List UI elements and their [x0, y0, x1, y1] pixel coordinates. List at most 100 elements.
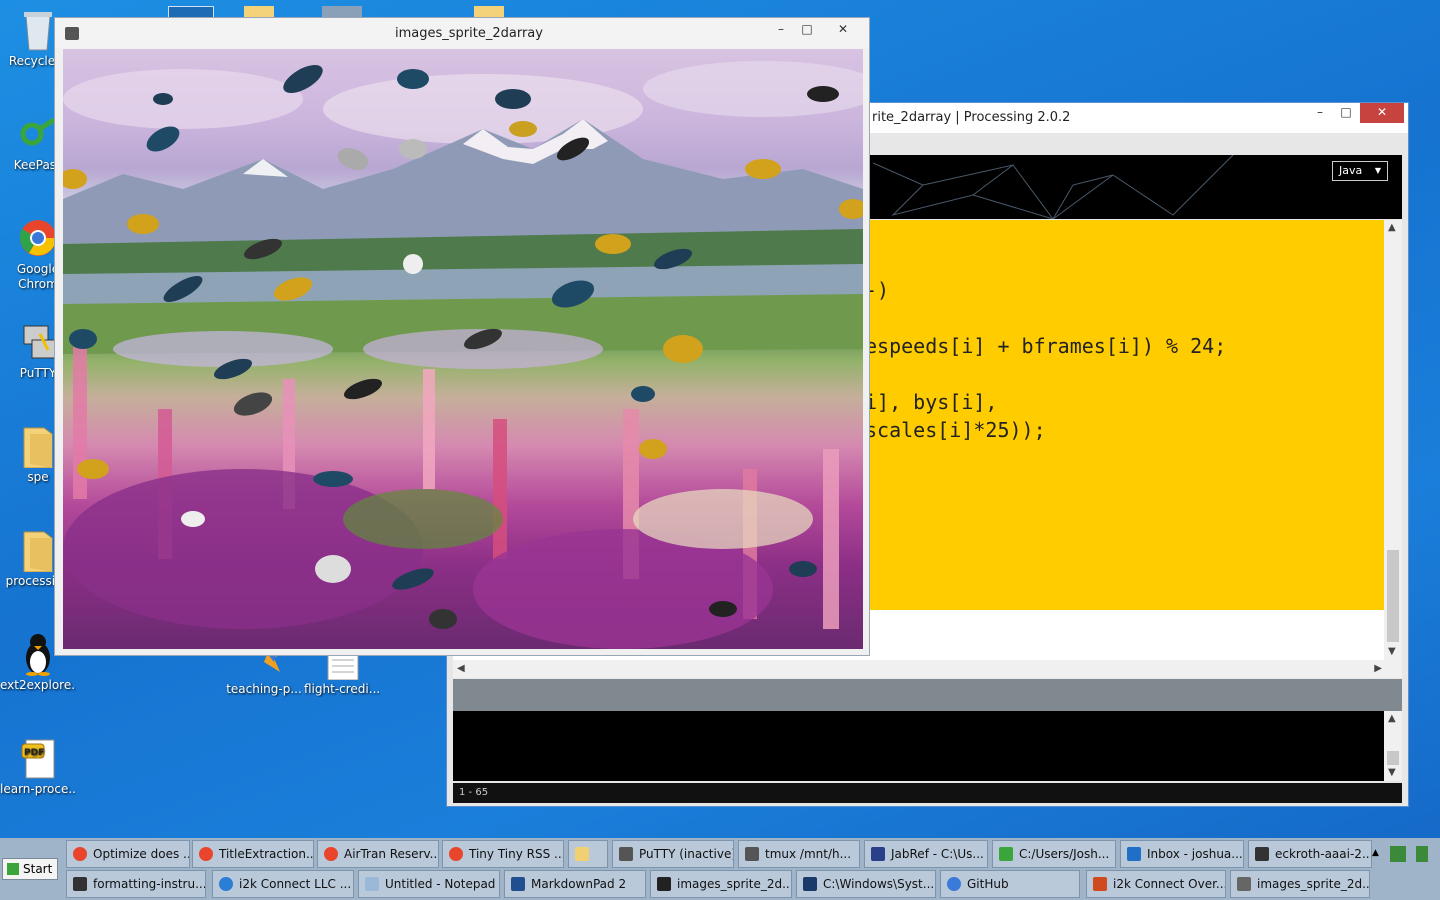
scroll-up-icon[interactable]: ▲ [1388, 713, 1396, 724]
folder-icon [18, 424, 58, 469]
scroll-left-icon[interactable]: ◀ [457, 663, 465, 674]
maximize-button[interactable]: □ [1332, 103, 1360, 123]
putty-icon [745, 847, 759, 861]
taskbar-item-label: MarkdownPad 2 [531, 877, 627, 891]
taskbar-item[interactable]: i2k Connect Over... [1086, 870, 1226, 898]
code-line: i], bys[i], [865, 390, 998, 414]
tray-app-icon[interactable] [1390, 846, 1406, 862]
minimize-button[interactable]: – [767, 20, 795, 40]
editor-vertical-scrollbar[interactable]: ▲ ▼ [1384, 220, 1402, 660]
taskbar-item-label: tmux /mnt/h... [765, 847, 852, 861]
start-icon [7, 863, 19, 875]
taskbar-item[interactable]: Inbox - joshua... [1120, 840, 1244, 868]
outlook-icon [1127, 847, 1141, 861]
taskbar-item[interactable]: TitleExtraction... [192, 840, 314, 868]
scroll-right-icon[interactable]: ▶ [1374, 663, 1382, 674]
taskbar-item[interactable]: JabRef - C:\Us... [864, 840, 988, 868]
pdf-icon: PDF [18, 736, 58, 780]
taskbar-item[interactable]: GitHub [940, 870, 1080, 898]
taskbar-item[interactable]: PuTTY (inactive) [612, 840, 734, 868]
sketch-titlebar[interactable]: images_sprite_2darray – □ ✕ [55, 18, 869, 48]
start-label: Start [23, 862, 53, 876]
taskbar-item-label: C:\Windows\Syst... [823, 877, 935, 891]
maximize-button[interactable]: □ [793, 20, 821, 40]
taskbar-item[interactable]: images_sprite_2d... [1230, 870, 1370, 898]
taskbar-item[interactable]: MarkdownPad 2 [504, 870, 646, 898]
taskbar-item-label: i2k Connect LLC ... [239, 877, 352, 891]
taskbar-item[interactable]: i2k Connect LLC ... [212, 870, 354, 898]
desktop-icon-label: teaching-p... [226, 682, 302, 696]
document-icon [1255, 847, 1269, 861]
taskbar-item[interactable]: formatting-instru... [66, 870, 206, 898]
console-scrollbar[interactable]: ▲ ▼ [1384, 711, 1402, 781]
taskbar-item-label: images_sprite_2d... [677, 877, 792, 891]
processing-icon [1237, 877, 1251, 891]
taskbar-item-label: GitHub [967, 877, 1009, 891]
tray-expand-icon[interactable]: ▲ [1372, 848, 1379, 858]
desktop-icon-learn-processing[interactable]: PDF learn-proce... [0, 736, 76, 797]
processing-icon [657, 877, 671, 891]
code-line: espeeds[i] + bframes[i]) % 24; [865, 334, 1227, 358]
svg-text:PDF: PDF [24, 748, 44, 758]
line-status: 1 - 65 [453, 783, 1402, 803]
chrome-icon [324, 847, 338, 861]
markdownpad-icon [511, 877, 525, 891]
notepad-icon [365, 877, 379, 891]
taskbar-item[interactable]: AirTran Reserv... [317, 840, 439, 868]
chrome-icon [73, 847, 87, 861]
taskbar-item[interactable]: C:/Users/Josh... [992, 840, 1116, 868]
taskbar-item-label: i2k Connect Over... [1113, 877, 1226, 891]
landscape-scene [63, 61, 863, 649]
taskbar-item[interactable]: images_sprite_2d... [650, 870, 792, 898]
sketch-canvas[interactable] [63, 49, 863, 649]
jabref-icon [871, 847, 885, 861]
start-button[interactable]: Start [2, 858, 58, 880]
taskbar-item[interactable]: Optimize does ... [66, 840, 190, 868]
scroll-down-icon[interactable]: ▼ [1388, 646, 1396, 657]
message-bar [453, 679, 1402, 711]
code-line: scales[i]*25)); [865, 418, 1046, 442]
ie-icon [219, 877, 233, 891]
keepass-icon [18, 112, 58, 156]
mode-select[interactable]: Java ▼ [1332, 161, 1388, 181]
editor-horizontal-scrollbar[interactable]: ◀ ▶ [453, 660, 1402, 678]
taskbar-item-label: C:/Users/Josh... [1019, 847, 1110, 861]
github-icon [947, 877, 961, 891]
chrome-icon [199, 847, 213, 861]
chrome-icon [18, 216, 58, 260]
keepass-icon [999, 847, 1013, 861]
cmd-icon [803, 877, 817, 891]
scroll-thumb[interactable] [1387, 751, 1399, 765]
taskbar-item-label: formatting-instru... [93, 877, 206, 891]
console-area[interactable] [453, 711, 1384, 781]
sketch-window[interactable]: images_sprite_2darray – □ ✕ [54, 17, 870, 656]
system-tray: ▲ [1372, 846, 1432, 886]
close-button[interactable]: ✕ [821, 20, 865, 40]
taskbar-item[interactable]: eckroth-aaai-2... [1248, 840, 1372, 868]
taskbar-item[interactable]: tmux /mnt/h... [738, 840, 860, 868]
taskbar-item[interactable]: Untitled - Notepad [358, 870, 500, 898]
scroll-thumb[interactable] [1387, 550, 1399, 642]
chevron-down-icon: ▼ [1374, 166, 1381, 175]
taskbar-item-label: Untitled - Notepad [385, 877, 496, 891]
document-icon [73, 877, 87, 891]
folder-icon [18, 528, 58, 573]
scroll-down-icon[interactable]: ▼ [1388, 767, 1396, 778]
scroll-up-icon[interactable]: ▲ [1388, 222, 1396, 233]
taskbar: Start Optimize does ... TitleExtraction.… [0, 838, 1440, 900]
recycle-bin-icon [18, 8, 58, 52]
close-button[interactable]: ✕ [1360, 103, 1404, 123]
taskbar-item[interactable]: Tiny Tiny RSS ... [442, 840, 564, 868]
putty-icon [619, 847, 633, 861]
explorer-icon [575, 847, 589, 861]
taskbar-item-label: AirTran Reserv... [344, 847, 439, 861]
minimize-button[interactable]: – [1306, 103, 1334, 123]
ide-title: rite_2darray | Processing 2.0.2 [872, 110, 1071, 125]
processing-app-icon [65, 27, 79, 40]
taskbar-item-label: PuTTY (inactive) [639, 847, 734, 861]
taskbar-item-explorer[interactable] [568, 840, 608, 868]
taskbar-item-label: Optimize does ... [93, 847, 190, 861]
tray-app-icon[interactable] [1416, 846, 1428, 862]
taskbar-item[interactable]: C:\Windows\Syst... [796, 870, 936, 898]
desktop-icon-label: ext2explore... [0, 678, 76, 692]
